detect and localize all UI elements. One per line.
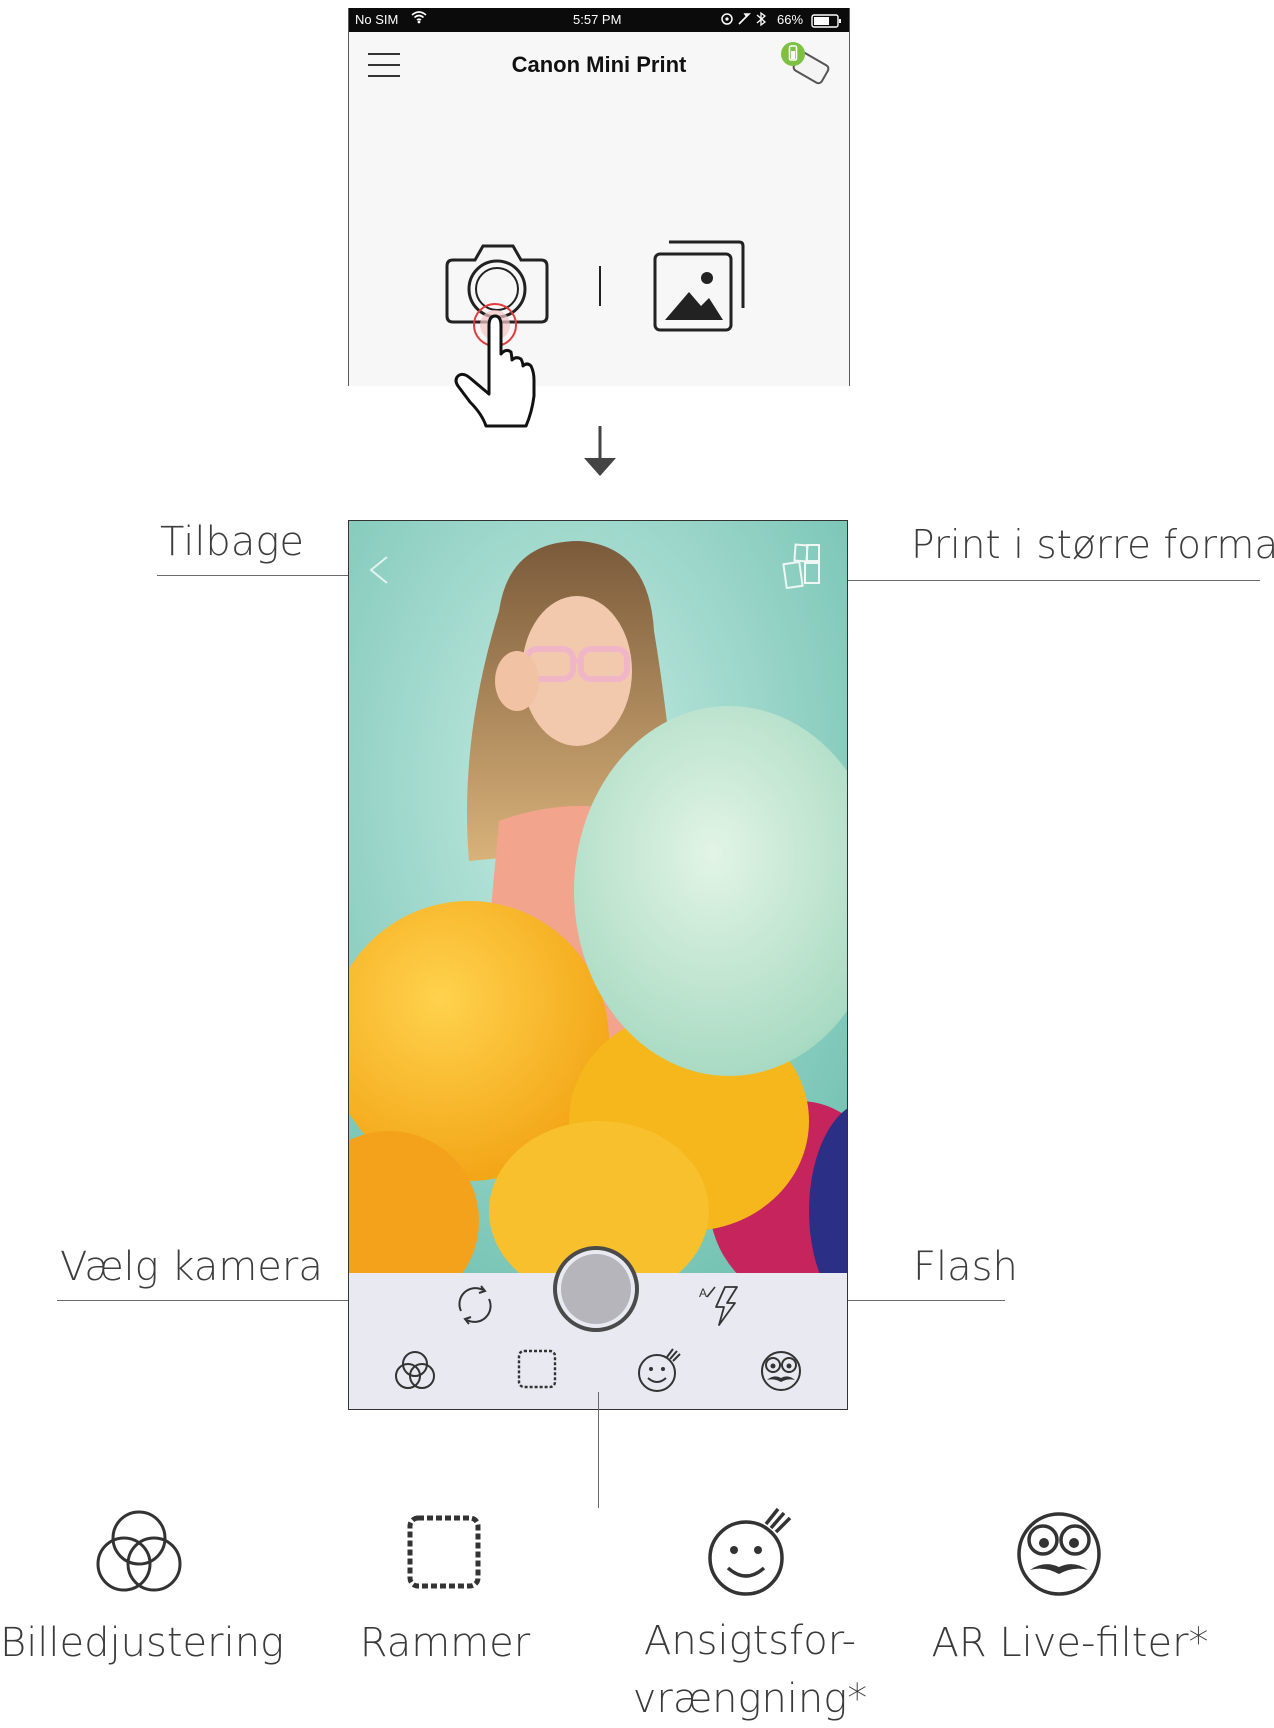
- svg-text:A: A: [699, 1286, 707, 1300]
- app-header: Canon Mini Print: [349, 32, 849, 92]
- tap-hand-icon: [452, 302, 554, 434]
- callout-back-line: [157, 575, 378, 576]
- back-icon[interactable]: [367, 555, 391, 589]
- status-bar: No SIM 5:57 PM 66%: [349, 8, 849, 32]
- shutter-button[interactable]: [552, 1245, 640, 1337]
- carrier-text: No SIM: [355, 12, 399, 27]
- feature-connector-line: [598, 1392, 599, 1508]
- battery-icon: [811, 14, 843, 31]
- battery-text: 66%: [777, 12, 804, 27]
- feature-label-ar-filter: AR Live-filter*: [931, 1620, 1209, 1666]
- app-title: Canon Mini Print: [511, 52, 687, 77]
- feature-label-face-warp: Ansigtsfor- vrængning*: [632, 1618, 868, 1722]
- switch-camera-icon[interactable]: [453, 1283, 497, 1331]
- down-arrow-icon: [582, 426, 618, 482]
- callout-back-label: Tilbage: [160, 519, 304, 565]
- printer-status-icon[interactable]: [781, 40, 835, 90]
- wifi-icon: [411, 10, 427, 27]
- picker-divider: [599, 266, 601, 306]
- frame-icon: [404, 1512, 484, 1596]
- camera-preview-photo: [349, 521, 847, 1273]
- clock-text: 5:57 PM: [573, 12, 622, 27]
- adjust-icon: [92, 1508, 186, 1602]
- print-larger-icon[interactable]: [781, 541, 823, 597]
- toolbar-ar-filter-icon[interactable]: [757, 1347, 805, 1397]
- gallery-button[interactable]: [651, 238, 747, 340]
- flash-auto-icon[interactable]: A: [699, 1283, 741, 1333]
- feature-label-adjust: Billedjustering: [0, 1620, 285, 1666]
- status-icons: [721, 11, 777, 30]
- callout-print-larger-label: Print i større format: [911, 523, 1274, 568]
- callout-camera-label: Vælg kamera: [60, 1244, 323, 1290]
- face-warp-icon: [704, 1506, 800, 1602]
- toolbar-face-warp-icon[interactable]: [635, 1347, 683, 1397]
- camera-toolbar: A: [349, 1246, 847, 1409]
- callout-flash-label: Flash: [913, 1244, 1018, 1290]
- home-screen: No SIM 5:57 PM 66% Canon Mini Print: [348, 8, 850, 386]
- toolbar-adjust-icon[interactable]: [392, 1348, 438, 1398]
- toolbar-frame-icon[interactable]: [515, 1347, 559, 1395]
- feature-label-frames: Rammer: [359, 1620, 531, 1666]
- ar-filter-icon: [1012, 1508, 1106, 1602]
- callout-print-larger-line: [836, 580, 1260, 581]
- camera-screen: A: [348, 520, 848, 1410]
